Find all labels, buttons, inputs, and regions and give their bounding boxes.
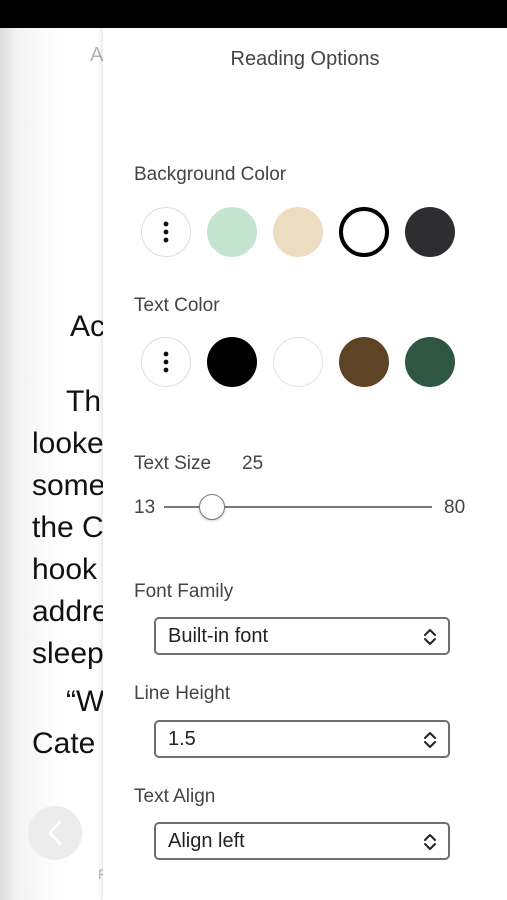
line-height-select[interactable]: 1.5: [154, 720, 450, 758]
reader-text-line: sleep: [32, 637, 104, 670]
chevron-left-icon: [48, 820, 62, 846]
font-family-select[interactable]: Built-in font: [154, 617, 450, 655]
status-bar: [0, 0, 507, 28]
chevron-up-down-icon: [424, 834, 436, 850]
background-color-label: Background Color: [134, 164, 287, 185]
reader-text-line: looke: [32, 427, 104, 460]
reader-text-line: “W: [66, 685, 105, 718]
background-swatch-white[interactable]: [339, 207, 389, 257]
text-swatch-brown[interactable]: [339, 337, 389, 387]
text-size-label: Text Size: [134, 453, 212, 474]
panel-title: Reading Options: [230, 48, 380, 70]
text-align-label: Text Align: [134, 786, 216, 807]
text-size-value: 25: [242, 453, 264, 474]
text-color-more-button[interactable]: [141, 337, 191, 387]
chevron-up-down-icon: [424, 732, 436, 748]
reader-text-line: Th: [66, 385, 102, 418]
reader-text-line: Ac: [70, 310, 106, 343]
background-swatch-mint[interactable]: [207, 207, 257, 257]
more-vertical-icon: [163, 351, 169, 373]
text-size-slider-thumb[interactable]: [199, 494, 225, 520]
background-color-more-button[interactable]: [141, 207, 191, 257]
chevron-up-down-icon: [424, 629, 436, 645]
reader-text-line: Cate: [32, 727, 96, 760]
background-color-swatches: [141, 207, 455, 257]
background-swatch-dark[interactable]: [405, 207, 455, 257]
text-swatch-green[interactable]: [405, 337, 455, 387]
previous-page-button[interactable]: [28, 806, 82, 860]
text-color-swatches: [141, 337, 455, 387]
text-swatch-white[interactable]: [273, 337, 323, 387]
background-swatch-beige[interactable]: [273, 207, 323, 257]
text-size-max: 80: [444, 497, 466, 518]
reader-text-line: the C: [32, 511, 104, 544]
text-size-min: 13: [134, 497, 156, 518]
reader-text-line: some: [32, 469, 106, 502]
text-swatch-black[interactable]: [207, 337, 257, 387]
more-vertical-icon: [163, 221, 169, 243]
text-align-select[interactable]: Align left: [154, 822, 450, 860]
reader-text-line: hook: [32, 553, 98, 586]
reading-options-panel: Reading Options Background Color Text Co…: [103, 28, 507, 900]
reader-header: A: [90, 44, 104, 66]
reader-text-line: addre: [32, 595, 109, 628]
font-family-value: Built-in font: [168, 624, 269, 647]
text-color-label: Text Color: [134, 295, 220, 316]
font-family-label: Font Family: [134, 581, 234, 602]
text-align-value: Align left: [168, 829, 245, 852]
line-height-value: 1.5: [168, 727, 196, 750]
line-height-label: Line Height: [134, 683, 231, 704]
